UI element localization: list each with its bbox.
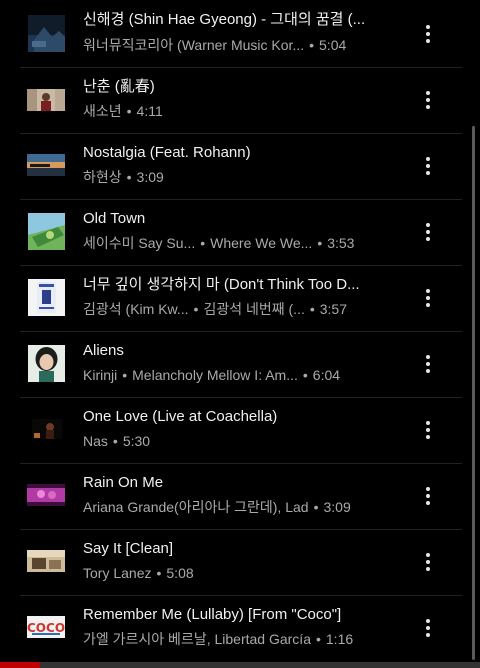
track-artist[interactable]: 가엘 가르시아 베르날, Libertad García xyxy=(83,630,311,648)
more-vertical-icon[interactable] xyxy=(416,550,440,574)
track-meta: 워너뮤직코리아 (Warner Music Kor... • 5:04 xyxy=(83,36,393,54)
track-row[interactable]: 신해경 (Shin Hae Gyeong) - 그대의 꿈결 (... 워너뮤직… xyxy=(0,0,480,67)
album-art-green-field xyxy=(28,213,65,250)
track-row[interactable]: 너무 깊이 생각하지 마 (Don't Think Too D... 김광석 (… xyxy=(0,265,480,331)
separator: • xyxy=(313,499,319,515)
track-meta: Tory Lanez • 5:08 xyxy=(83,564,393,582)
track-meta: 하현상 • 3:09 xyxy=(83,168,393,186)
track-title[interactable]: Remember Me (Lullaby) [From "Coco"] xyxy=(83,606,383,624)
album-art-sepia xyxy=(27,550,65,572)
more-vertical-icon[interactable] xyxy=(416,286,440,310)
track-duration: 1:16 xyxy=(325,631,354,647)
track-duration: 3:57 xyxy=(319,301,347,317)
scrollbar[interactable] xyxy=(472,126,475,660)
track-duration: 3:09 xyxy=(323,499,351,515)
more-vertical-icon[interactable] xyxy=(416,220,440,244)
track-duration: 5:04 xyxy=(319,37,347,53)
track-artist[interactable]: 하현상 xyxy=(83,168,122,186)
track-row[interactable]: Say It [Clean] Tory Lanez • 5:08 xyxy=(0,529,480,595)
track-artist[interactable]: 워너뮤직코리아 (Warner Music Kor... xyxy=(83,36,304,54)
separator: • xyxy=(126,103,132,119)
track-duration: 5:30 xyxy=(122,433,151,449)
track-meta: Nas • 5:30 xyxy=(83,432,393,450)
coco-logo-text: COCO xyxy=(27,621,65,635)
track-row[interactable]: One Love (Live at Coachella) Nas • 5:30 xyxy=(0,397,480,463)
track-title[interactable]: Aliens xyxy=(83,342,383,360)
track-album[interactable]: 김광석 네번째 (... xyxy=(203,300,304,318)
track-artist[interactable]: 세이수미 Say Su... xyxy=(83,234,195,252)
track-meta: 세이수미 Say Su... • Where We We... • 3:53 xyxy=(83,234,393,252)
track-meta: 가엘 가르시아 베르날, Libertad García • 1:16 xyxy=(83,630,393,648)
more-vertical-icon[interactable] xyxy=(416,154,440,178)
track-artist[interactable]: 김광석 (Kim Kw... xyxy=(83,300,189,318)
track-artist[interactable]: Kirinji xyxy=(83,366,117,384)
track-artist[interactable]: 새소년 xyxy=(83,102,122,120)
album-art-portrait xyxy=(27,89,65,111)
album-art-coco-logo: COCO xyxy=(27,616,65,638)
separator: • xyxy=(302,367,308,383)
track-row[interactable]: Nostalgia (Feat. Rohann) 하현상 • 3:09 xyxy=(0,133,480,199)
more-vertical-icon[interactable] xyxy=(416,22,440,46)
track-title[interactable]: 신해경 (Shin Hae Gyeong) - 그대의 꿈결 (... xyxy=(83,11,383,29)
playback-progress-fill xyxy=(0,662,40,668)
track-album[interactable]: Melancholy Mellow I: Am... xyxy=(132,366,298,384)
track-list: 신해경 (Shin Hae Gyeong) - 그대의 꿈결 (... 워너뮤직… xyxy=(0,0,480,662)
track-title[interactable]: Rain On Me xyxy=(83,474,383,492)
track-album[interactable]: Where We We... xyxy=(210,234,312,252)
track-row[interactable]: 난춘 (亂春) 새소년 • 4:11 xyxy=(0,67,480,133)
track-title[interactable]: 너무 깊이 생각하지 마 (Don't Think Too D... xyxy=(83,276,383,294)
track-title[interactable]: 난춘 (亂春) xyxy=(83,78,383,96)
track-row[interactable]: COCO Remember Me (Lullaby) [From "Coco"]… xyxy=(0,595,480,662)
track-artist[interactable]: Tory Lanez xyxy=(83,564,151,582)
album-art-pink-neon xyxy=(27,484,65,506)
separator: • xyxy=(315,631,321,647)
track-meta: 김광석 (Kim Kw... • 김광석 네번째 (... • 3:57 xyxy=(83,300,393,318)
track-artist[interactable]: Nas xyxy=(83,432,108,450)
album-art-blue-print xyxy=(28,279,65,316)
track-meta: Kirinji • Melancholy Mellow I: Am... • 6… xyxy=(83,366,393,384)
more-vertical-icon[interactable] xyxy=(416,484,440,508)
track-row[interactable]: Rain On Me Ariana Grande(아리아나 그란데), Lad … xyxy=(0,463,480,529)
more-vertical-icon[interactable] xyxy=(416,352,440,376)
more-vertical-icon[interactable] xyxy=(416,616,440,640)
track-title[interactable]: Nostalgia (Feat. Rohann) xyxy=(83,144,383,162)
track-duration: 3:09 xyxy=(136,169,164,185)
playback-progress-bar[interactable] xyxy=(0,662,480,668)
track-title[interactable]: Say It [Clean] xyxy=(83,540,383,558)
track-duration: 5:08 xyxy=(166,565,194,581)
track-row[interactable]: Old Town 세이수미 Say Su... • Where We We...… xyxy=(0,199,480,265)
separator: • xyxy=(309,301,315,317)
more-vertical-icon[interactable] xyxy=(416,418,440,442)
separator: • xyxy=(317,235,323,251)
track-artist[interactable]: Ariana Grande(아리아나 그란데), Lad xyxy=(83,498,309,516)
track-title[interactable]: Old Town xyxy=(83,210,383,228)
track-meta: 새소년 • 4:11 xyxy=(83,102,393,120)
track-duration: 4:11 xyxy=(136,103,163,119)
separator: • xyxy=(200,235,206,251)
track-meta: Ariana Grande(아리아나 그란데), Lad • 3:09 xyxy=(83,498,393,516)
track-duration: 3:53 xyxy=(327,235,355,251)
album-art-face-portrait xyxy=(28,345,65,382)
album-art-dark-landscape xyxy=(28,15,65,52)
separator: • xyxy=(156,565,162,581)
separator: • xyxy=(126,169,132,185)
track-title[interactable]: One Love (Live at Coachella) xyxy=(83,408,383,426)
track-duration: 6:04 xyxy=(312,367,341,383)
album-art-sunset xyxy=(27,154,65,176)
more-vertical-icon[interactable] xyxy=(416,88,440,112)
track-row[interactable]: Aliens Kirinji • Melancholy Mellow I: Am… xyxy=(0,331,480,397)
separator: • xyxy=(193,301,199,317)
separator: • xyxy=(112,433,118,449)
separator: • xyxy=(122,367,128,383)
album-art-stage xyxy=(28,411,65,448)
separator: • xyxy=(309,37,315,53)
